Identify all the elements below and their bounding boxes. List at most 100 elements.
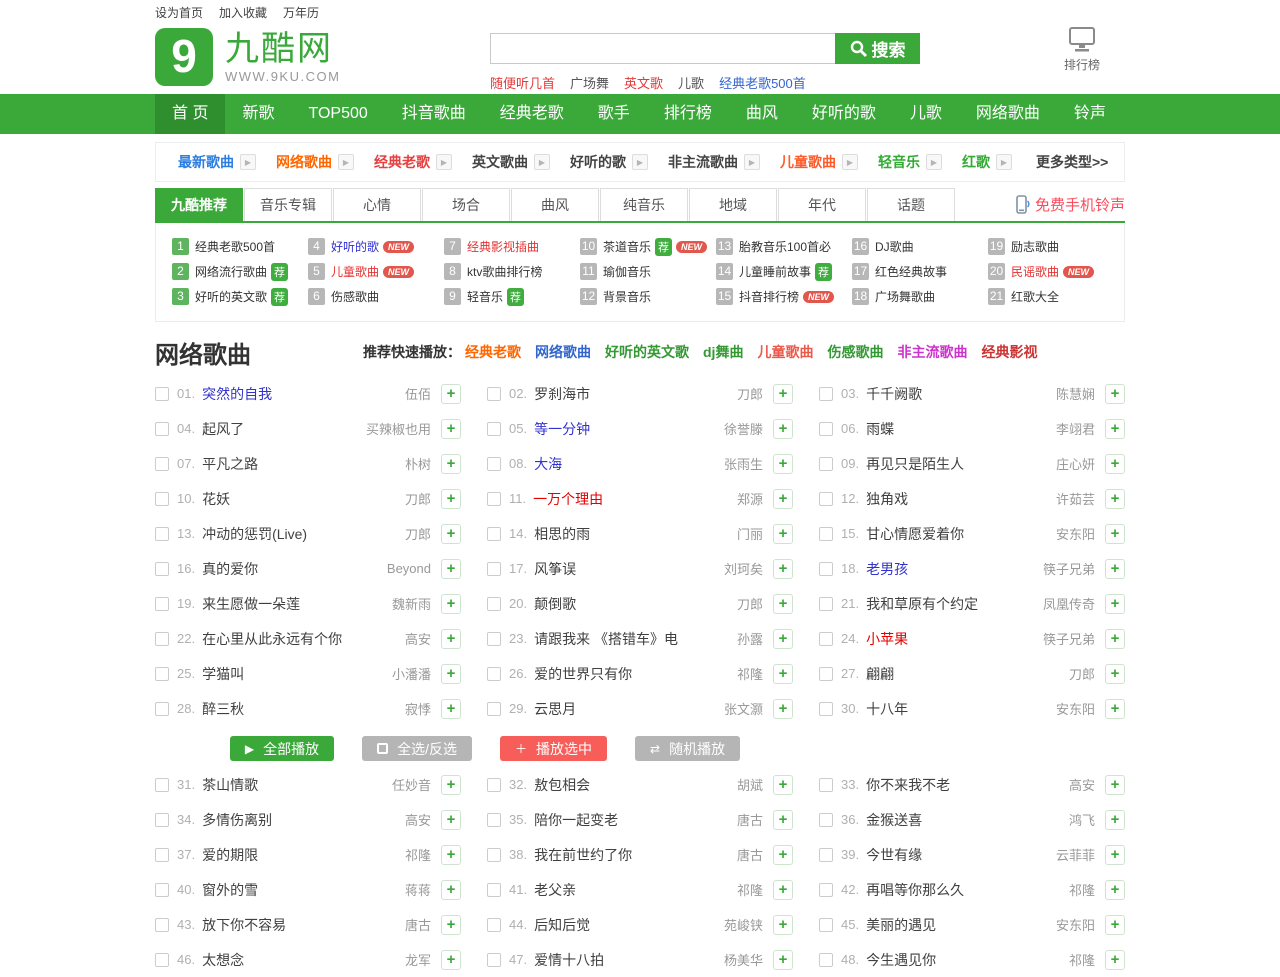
song-title-link[interactable]: 花妖 [202, 489, 230, 509]
song-artist[interactable]: 郑源 [731, 489, 763, 508]
song-title-link[interactable]: 放下你不容易 [202, 915, 286, 935]
song-artist[interactable]: 任妙音 [386, 775, 431, 794]
add-song-button[interactable]: + [773, 419, 793, 439]
song-title-link[interactable]: 来生愿做一朵莲 [202, 594, 300, 614]
song-title-link[interactable]: 颠倒歌 [534, 594, 576, 614]
song-checkbox[interactable] [155, 848, 169, 862]
song-artist[interactable]: 李翊君 [1050, 419, 1095, 438]
song-checkbox[interactable] [155, 562, 169, 576]
song-title-link[interactable]: 茶山情歌 [202, 775, 258, 795]
song-title-link[interactable]: 窗外的雪 [202, 880, 258, 900]
add-song-button[interactable]: + [773, 524, 793, 544]
song-artist[interactable]: 苑峻铗 [718, 915, 763, 934]
song-checkbox[interactable] [155, 918, 169, 932]
add-song-button[interactable]: + [1105, 419, 1125, 439]
song-checkbox[interactable] [487, 813, 501, 827]
song-title-link[interactable]: 请跟我来 《搭错车》电 [534, 629, 678, 649]
add-song-button[interactable]: + [441, 629, 461, 649]
song-checkbox[interactable] [819, 597, 833, 611]
free-ringtone-link[interactable]: 免费手机铃声 [1016, 194, 1125, 221]
category-item[interactable]: 12背景音乐 [580, 288, 716, 305]
song-checkbox[interactable] [819, 667, 833, 681]
nav-item[interactable]: 好听的歌 [795, 94, 893, 134]
song-checkbox[interactable] [819, 422, 833, 436]
song-artist[interactable]: 刀郎 [731, 384, 763, 403]
song-checkbox[interactable] [155, 813, 169, 827]
song-artist[interactable]: 安东阳 [1050, 524, 1095, 543]
add-song-button[interactable]: + [1105, 559, 1125, 579]
song-checkbox[interactable] [155, 883, 169, 897]
add-song-button[interactable]: + [773, 915, 793, 935]
subnav-link[interactable]: 好听的歌 [570, 152, 626, 172]
song-artist[interactable]: 唐古 [731, 845, 763, 864]
add-song-button[interactable]: + [773, 775, 793, 795]
song-title-link[interactable]: 后知后觉 [534, 915, 590, 935]
add-song-button[interactable]: + [773, 489, 793, 509]
song-artist[interactable]: 蒋蒋 [399, 880, 431, 899]
song-checkbox[interactable] [487, 562, 501, 576]
category-item[interactable]: 7经典影视插曲 [444, 238, 580, 255]
subnav-arrow-icon[interactable]: ▶ [632, 154, 648, 170]
song-title-link[interactable]: 起风了 [202, 419, 244, 439]
subnav-arrow-icon[interactable]: ▶ [842, 154, 858, 170]
song-artist[interactable]: 张文灏 [718, 699, 763, 718]
song-checkbox[interactable] [487, 667, 501, 681]
song-title-link[interactable]: 等一分钟 [534, 419, 590, 439]
subnav-more-link[interactable]: 更多类型>> [1036, 152, 1108, 172]
song-checkbox[interactable] [155, 632, 169, 646]
song-title-link[interactable]: 美丽的遇见 [866, 915, 936, 935]
song-title-link[interactable]: 突然的自我 [202, 384, 272, 404]
tab-item[interactable]: 曲风 [511, 188, 599, 221]
tab-item[interactable]: 年代 [778, 188, 866, 221]
subnav-link[interactable]: 网络歌曲 [276, 152, 332, 172]
song-title-link[interactable]: 独角戏 [866, 489, 908, 509]
song-checkbox[interactable] [819, 702, 833, 716]
song-checkbox[interactable] [487, 527, 501, 541]
song-artist[interactable]: 买辣椒也用 [360, 419, 431, 438]
song-title-link[interactable]: 千千阙歌 [866, 384, 922, 404]
song-artist[interactable]: 孙露 [731, 629, 763, 648]
song-artist[interactable]: 寂悸 [399, 699, 431, 718]
song-artist[interactable]: 陈慧娴 [1050, 384, 1095, 403]
song-title-link[interactable]: 我在前世约了你 [534, 845, 632, 865]
nav-item[interactable]: 新歌 [225, 94, 291, 134]
tab-item[interactable]: 心情 [333, 188, 421, 221]
search-input[interactable] [490, 33, 835, 64]
song-artist[interactable]: 庄心妍 [1050, 454, 1095, 473]
song-title-link[interactable]: 冲动的惩罚(Live) [202, 524, 307, 544]
song-checkbox[interactable] [487, 632, 501, 646]
category-item[interactable]: 1经典老歌500首 [172, 238, 308, 255]
song-checkbox[interactable] [819, 492, 833, 506]
nav-item[interactable]: 排行榜 [647, 94, 729, 134]
song-checkbox[interactable] [155, 527, 169, 541]
nav-item[interactable]: 铃声 [1057, 94, 1123, 134]
song-title-link[interactable]: 金猴送喜 [866, 810, 922, 830]
tab-item[interactable]: 纯音乐 [600, 188, 688, 221]
song-checkbox[interactable] [819, 457, 833, 471]
song-artist[interactable]: 祁隆 [731, 880, 763, 899]
song-artist[interactable]: 门丽 [731, 524, 763, 543]
song-title-link[interactable]: 真的爱你 [202, 559, 258, 579]
add-song-button[interactable]: + [1105, 524, 1125, 544]
subnav-arrow-icon[interactable]: ▶ [436, 154, 452, 170]
category-item[interactable]: 5儿童歌曲NEW [308, 263, 444, 280]
song-title-link[interactable]: 老男孩 [866, 559, 908, 579]
song-title-link[interactable]: 小苹果 [866, 629, 908, 649]
add-song-button[interactable]: + [441, 880, 461, 900]
song-checkbox[interactable] [819, 527, 833, 541]
add-song-button[interactable]: + [441, 489, 461, 509]
add-song-button[interactable]: + [1105, 880, 1125, 900]
song-checkbox[interactable] [487, 883, 501, 897]
category-item[interactable]: 19励志歌曲 [988, 238, 1124, 255]
song-artist[interactable]: 刀郎 [399, 489, 431, 508]
category-item[interactable]: 2网络流行歌曲荐 [172, 263, 308, 281]
song-title-link[interactable]: 云思月 [534, 699, 576, 719]
song-checkbox[interactable] [819, 562, 833, 576]
song-checkbox[interactable] [819, 387, 833, 401]
ranking-shortcut[interactable]: 排行榜 [1064, 26, 1100, 73]
song-checkbox[interactable] [487, 422, 501, 436]
play-selected-button[interactable]: ＋播放选中 [500, 736, 607, 761]
add-song-button[interactable]: + [773, 845, 793, 865]
song-checkbox[interactable] [155, 492, 169, 506]
quickplay-link[interactable]: 好听的英文歌 [605, 344, 689, 360]
